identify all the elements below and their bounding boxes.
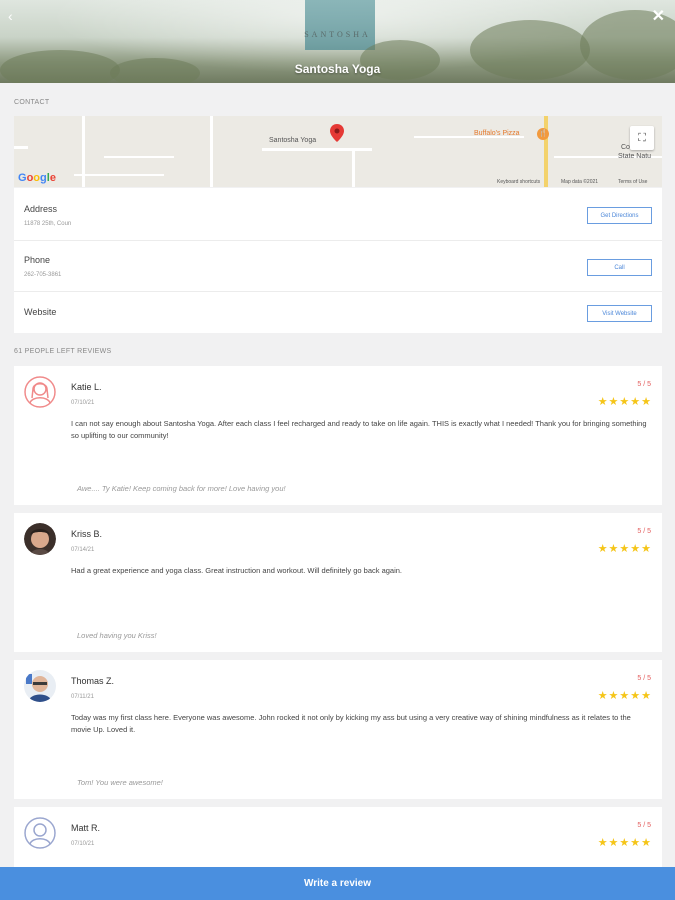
get-directions-button[interactable]: Get Directions	[587, 207, 652, 224]
map-view[interactable]: Santosha Yoga Buffalo's Pizza 🍴 Co State…	[14, 116, 662, 187]
owner-reply: Awe.... Ty Katie! Keep coming back for m…	[77, 484, 286, 493]
star-rating-icon: ★★★★★	[597, 543, 652, 555]
map-road	[104, 156, 174, 158]
map-place-label: Santosha Yoga	[269, 137, 317, 144]
map-road	[262, 148, 372, 151]
avatar-placeholder-icon	[24, 817, 56, 849]
review-card: Kriss B. 07/14/21 5 / 5 ★★★★★ Had a grea…	[14, 513, 662, 652]
map-road	[82, 116, 85, 187]
contact-row-address: Address 11878 25th, Coun Get Directions	[14, 188, 662, 238]
review-text: Had a great experience and yoga class. G…	[71, 566, 403, 575]
owner-reply: Tom! You were awesome!	[77, 778, 163, 787]
map-edge-label: Co	[621, 144, 630, 151]
banner-brand-text: SANTOSHA	[304, 30, 371, 39]
avatar-placeholder-icon	[24, 376, 56, 408]
map-road	[14, 146, 28, 149]
header-banner: SANTOSHA ‹ ✕ Santosha Yoga	[0, 0, 675, 83]
map-attribution-terms[interactable]: Terms of Use	[618, 179, 647, 185]
fullscreen-icon[interactable]: ⛶	[630, 126, 654, 150]
review-text: I can not say enough about Santosha Yoga…	[71, 419, 647, 440]
back-icon[interactable]: ‹	[8, 8, 13, 24]
map-poi-label: Buffalo's Pizza	[474, 130, 520, 137]
address-label: Address	[24, 204, 58, 214]
call-button[interactable]: Call	[587, 259, 652, 276]
review-date: 07/11/21	[71, 694, 94, 700]
address-value: 11878 25th, Coun	[24, 221, 72, 227]
review-date: 07/10/21	[71, 400, 95, 406]
review-score: 5 / 5	[637, 381, 651, 388]
google-logo: Google	[18, 172, 56, 184]
review-score: 5 / 5	[637, 528, 651, 535]
avatar	[24, 523, 56, 555]
map-road	[210, 116, 213, 187]
review-card: Matt R. 07/10/21 5 / 5 ★★★★★	[14, 807, 662, 867]
review-score: 5 / 5	[637, 675, 651, 682]
map-attribution-data: Map data ©2021	[561, 179, 599, 185]
review-card: Thomas Z. 07/11/21 5 / 5 ★★★★★ Today was…	[14, 660, 662, 799]
star-rating-icon: ★★★★★	[597, 690, 652, 702]
reviewer-name: Thomas Z.	[71, 676, 115, 686]
contact-row-website: Website Visit Website	[14, 291, 662, 333]
close-icon[interactable]: ✕	[652, 6, 665, 26]
contact-card: Address 11878 25th, Coun Get Directions …	[14, 188, 662, 333]
visit-website-button[interactable]: Visit Website	[587, 305, 652, 322]
reviews-count-label: 61 PEOPLE LEFT REVIEWS	[14, 348, 112, 355]
avatar	[24, 670, 56, 702]
owner-reply: Loved having you Kriss!	[77, 631, 157, 640]
review-date: 07/14/21	[71, 547, 95, 553]
map-pin-icon[interactable]	[330, 124, 344, 142]
map-road	[74, 174, 164, 176]
map-edge-label: State Natu	[618, 153, 652, 160]
reviewer-name: Kriss B.	[71, 529, 103, 539]
contact-row-phone: Phone 262-705-3861 Call	[14, 240, 662, 290]
star-rating-icon: ★★★★★	[597, 837, 652, 849]
reviewer-name: Matt R.	[71, 823, 101, 833]
restaurant-icon: 🍴	[537, 128, 549, 140]
review-card: Katie L. 07/10/21 5 / 5 ★★★★★ I can not …	[14, 366, 662, 505]
map-attribution-shortcuts[interactable]: Keyboard shortcuts	[497, 179, 540, 185]
contact-section-label: CONTACT	[14, 99, 50, 106]
review-score: 5 / 5	[637, 822, 651, 829]
phone-value: 262-705-3861	[24, 272, 62, 278]
reviewer-name: Katie L.	[71, 382, 102, 392]
review-date: 07/10/21	[71, 841, 95, 847]
star-rating-icon: ★★★★★	[597, 396, 652, 408]
map-road	[352, 148, 355, 187]
write-review-button[interactable]: Write a review	[0, 867, 675, 900]
phone-label: Phone	[24, 255, 51, 265]
review-text: Today was my first class here. Everyone …	[71, 713, 631, 734]
banner-photo-figure	[305, 0, 375, 50]
map-highway	[544, 116, 548, 187]
page-title: Santosha Yoga	[294, 62, 381, 76]
website-label: Website	[24, 307, 57, 317]
